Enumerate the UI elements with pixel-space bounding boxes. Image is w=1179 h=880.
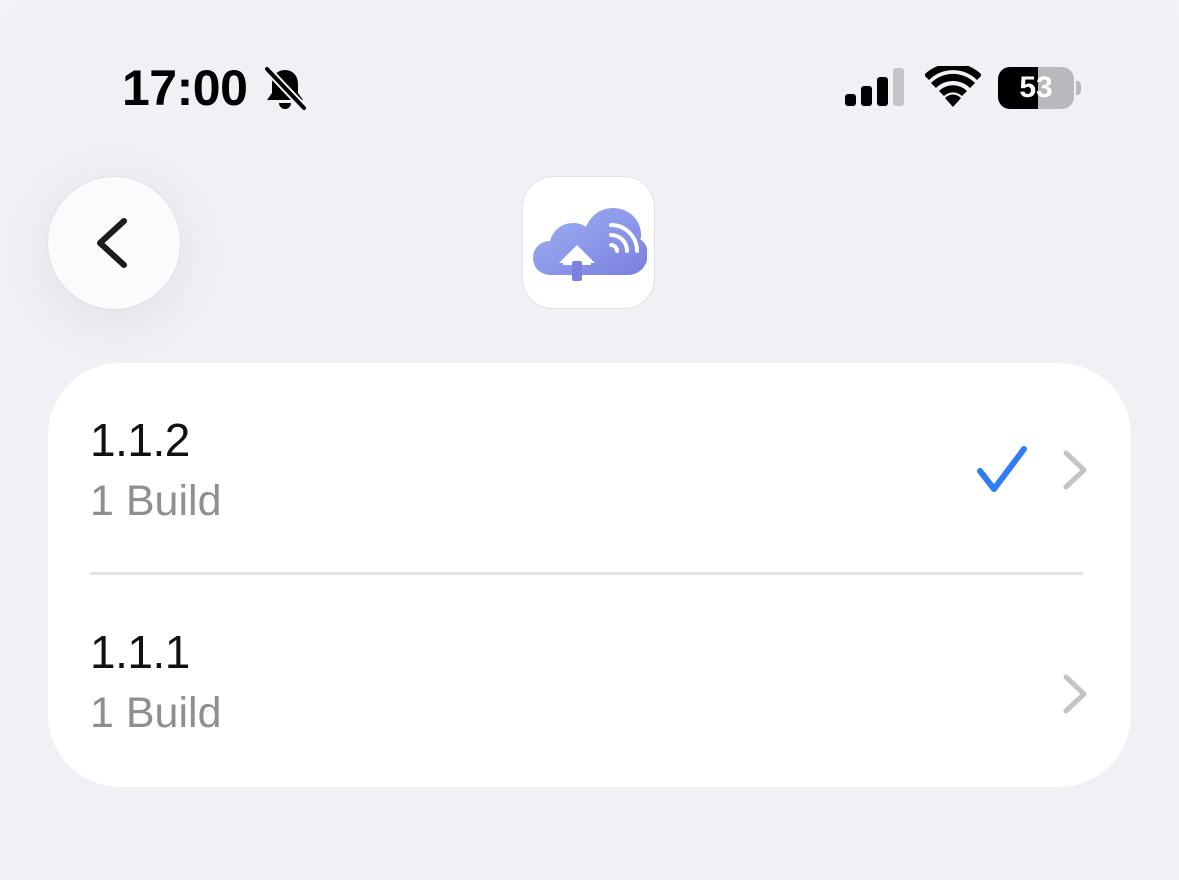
app-icon (523, 177, 654, 308)
chevron-left-icon (97, 218, 127, 268)
version-number: 1.1.2 (90, 414, 190, 466)
status-time: 17:00 (122, 60, 248, 116)
battery-icon: 53 (998, 67, 1082, 109)
status-bar: 17:00 53 (0, 0, 1179, 180)
version-row[interactable]: 1.1.2 1 Build (48, 363, 1131, 575)
back-button[interactable] (48, 177, 180, 309)
wifi-icon (925, 66, 981, 107)
build-count: 1 Build (90, 477, 222, 525)
version-number: 1.1.1 (90, 626, 190, 678)
cellular-signal-icon (845, 68, 904, 106)
build-count: 1 Build (90, 689, 222, 737)
chevron-right-icon (1063, 674, 1087, 714)
checkmark-icon (977, 446, 1027, 492)
chevron-right-icon (1063, 450, 1087, 490)
bell-slash-icon (263, 65, 308, 112)
version-list: 1.1.2 1 Build 1.1.1 1 Build (48, 363, 1131, 787)
battery-body: 53 (998, 67, 1074, 109)
screen: 17:00 53 1.1.2 1 Build 1.1.1 1 Build (0, 0, 1179, 880)
battery-cap (1076, 81, 1081, 95)
version-row[interactable]: 1.1.1 1 Build (48, 575, 1131, 787)
battery-level: 53 (1019, 71, 1053, 104)
cloud-home-wifi-icon (533, 208, 647, 281)
